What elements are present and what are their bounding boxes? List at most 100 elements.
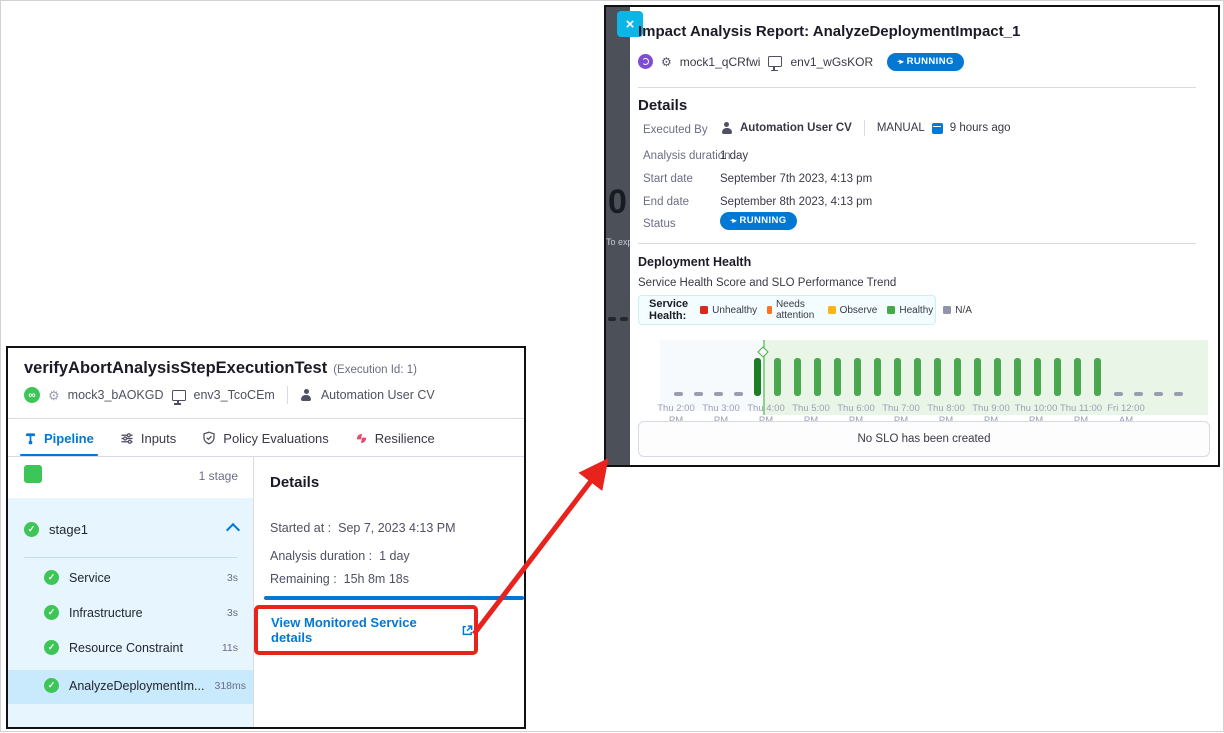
step-duration: 3s <box>227 572 238 584</box>
tab-pipeline-label: Pipeline <box>44 431 94 446</box>
end-date-label: End date <box>643 196 689 208</box>
status-badge: ∙∙▸ RUNNING <box>887 53 964 71</box>
details-heading: Details <box>638 97 687 114</box>
health-score-bar <box>894 358 901 396</box>
legend-item: Healthy <box>887 305 933 316</box>
no-slo-message-box: No SLO has been created <box>638 421 1210 457</box>
step-name: Infrastructure <box>69 606 217 620</box>
gear-icon: ⚙ <box>48 389 60 402</box>
end-date-value: September 8th 2023, 4:13 pm <box>720 196 872 208</box>
inputs-icon <box>120 432 134 445</box>
executed-by-label: Executed By <box>643 124 708 136</box>
no-data-dash <box>714 392 723 396</box>
analysis-duration-row: Analysis duration : 1 day <box>270 549 410 563</box>
no-data-dash <box>1154 392 1163 396</box>
started-at-row: Started at : Sep 7, 2023 4:13 PM <box>270 521 456 535</box>
step-row-service[interactable]: ✓ Service 3s <box>44 570 238 585</box>
health-score-bar <box>974 358 981 396</box>
tab-pipeline[interactable]: Pipeline <box>24 423 94 453</box>
resilience-icon <box>355 432 368 445</box>
legend-title: Service Health: <box>649 298 688 322</box>
legend-swatch <box>828 306 836 314</box>
background-dash <box>620 317 628 321</box>
verification-icon <box>638 54 653 69</box>
health-score-bar <box>774 358 781 396</box>
gear-icon: ⚙ <box>661 56 672 68</box>
started-at-label: Started at : <box>270 521 331 535</box>
step-row-infrastructure[interactable]: ✓ Infrastructure 3s <box>44 605 238 620</box>
executed-by-user: Automation User CV <box>321 388 435 402</box>
dimmed-background-strip: 0 To exp <box>606 7 630 465</box>
analysis-duration-label: Analysis duration <box>643 150 731 162</box>
executed-by-user: Automation User CV <box>740 122 852 134</box>
column-divider <box>253 456 254 727</box>
step-duration: 318ms <box>214 680 246 692</box>
stage-row[interactable]: ✓ stage1 <box>24 522 238 537</box>
service-link-icon: ∞ <box>24 387 40 403</box>
executed-time: 9 hours ago <box>950 122 1011 134</box>
service-name: mock1_qCRfwi <box>680 55 761 69</box>
step-name: Resource Constraint <box>69 641 212 655</box>
tab-inputs-label: Inputs <box>141 431 176 446</box>
execution-title: verifyAbortAnalysisStepExecutionTest(Exe… <box>24 359 417 378</box>
stage-count: 1 stage <box>8 469 238 483</box>
stage-name: stage1 <box>49 522 218 537</box>
remaining-label: Remaining : <box>270 572 337 586</box>
background-partial-text: To exp <box>606 237 630 247</box>
health-score-bar <box>834 358 841 396</box>
legend-label: Healthy <box>899 305 933 316</box>
health-score-bar <box>1094 358 1101 396</box>
annotation-highlight-box: View Monitored Service details <box>254 605 478 655</box>
step-success-icon: ✓ <box>44 640 59 655</box>
step-duration: 11s <box>222 642 238 654</box>
legend-item: N/A <box>943 305 972 316</box>
analysis-progress-bar <box>264 596 524 600</box>
details-divider <box>638 243 1196 244</box>
no-data-dash <box>674 392 683 396</box>
legend-swatch <box>700 306 708 314</box>
legend-label: Unhealthy <box>712 305 757 316</box>
service-name: mock3_bAOKGD <box>68 388 164 402</box>
report-title: Impact Analysis Report: AnalyzeDeploymen… <box>638 23 1020 40</box>
health-score-bar <box>1034 358 1041 396</box>
view-monitored-service-link[interactable]: View Monitored Service details <box>271 615 455 645</box>
legend-swatch <box>887 306 895 314</box>
step-row-analyze-deployment-impact[interactable]: ✓ AnalyzeDeploymentIm... 318ms <box>44 678 238 693</box>
pipeline-execution-panel: verifyAbortAnalysisStepExecutionTest(Exe… <box>6 346 526 729</box>
step-details-heading: Details <box>270 474 319 491</box>
health-score-bar <box>914 358 921 396</box>
health-score-bar <box>1074 358 1081 396</box>
remaining-row: Remaining : 15h 8m 18s <box>270 572 409 586</box>
user-icon <box>300 389 313 402</box>
stage-success-icon: ✓ <box>24 522 39 537</box>
health-score-bar <box>874 358 881 396</box>
health-score-bar <box>1054 358 1061 396</box>
no-data-dash <box>1174 392 1183 396</box>
chevron-up-icon[interactable] <box>226 522 240 536</box>
executed-by-value: Automation User CV MANUAL 9 hours ago <box>720 120 1011 136</box>
step-success-icon: ✓ <box>44 605 59 620</box>
background-dash <box>608 317 616 321</box>
tab-bar: Pipeline Inputs Policy Evaluations <box>24 423 435 453</box>
start-date-value: September 7th 2023, 4:13 pm <box>720 173 872 185</box>
environment-icon <box>172 390 186 401</box>
execution-id: (Execution Id: 1) <box>333 364 417 376</box>
health-score-bar <box>954 358 961 396</box>
external-link-icon[interactable] <box>461 624 474 637</box>
tabbar-divider <box>8 456 524 457</box>
tab-policy-evaluations[interactable]: Policy Evaluations <box>202 423 329 453</box>
status-badge-label: RUNNING <box>907 57 954 67</box>
header-divider <box>8 418 524 419</box>
step-name: AnalyzeDeploymentIm... <box>69 679 204 693</box>
tab-inputs[interactable]: Inputs <box>120 423 176 453</box>
health-score-bar <box>854 358 861 396</box>
step-row-resource-constraint[interactable]: ✓ Resource Constraint 11s <box>44 640 238 655</box>
deployment-health-heading: Deployment Health <box>638 255 751 269</box>
no-data-dash <box>1114 392 1123 396</box>
user-icon <box>720 122 733 135</box>
execution-meta-row: ∞ ⚙ mock3_bAOKGD env3_TcoCEm Automation … <box>24 386 435 404</box>
step-duration: 3s <box>227 607 238 619</box>
legend-item: Observe <box>828 305 878 316</box>
tab-resilience[interactable]: Resilience <box>355 423 435 453</box>
status-badge: ∙∙▸ RUNNING <box>720 212 797 230</box>
